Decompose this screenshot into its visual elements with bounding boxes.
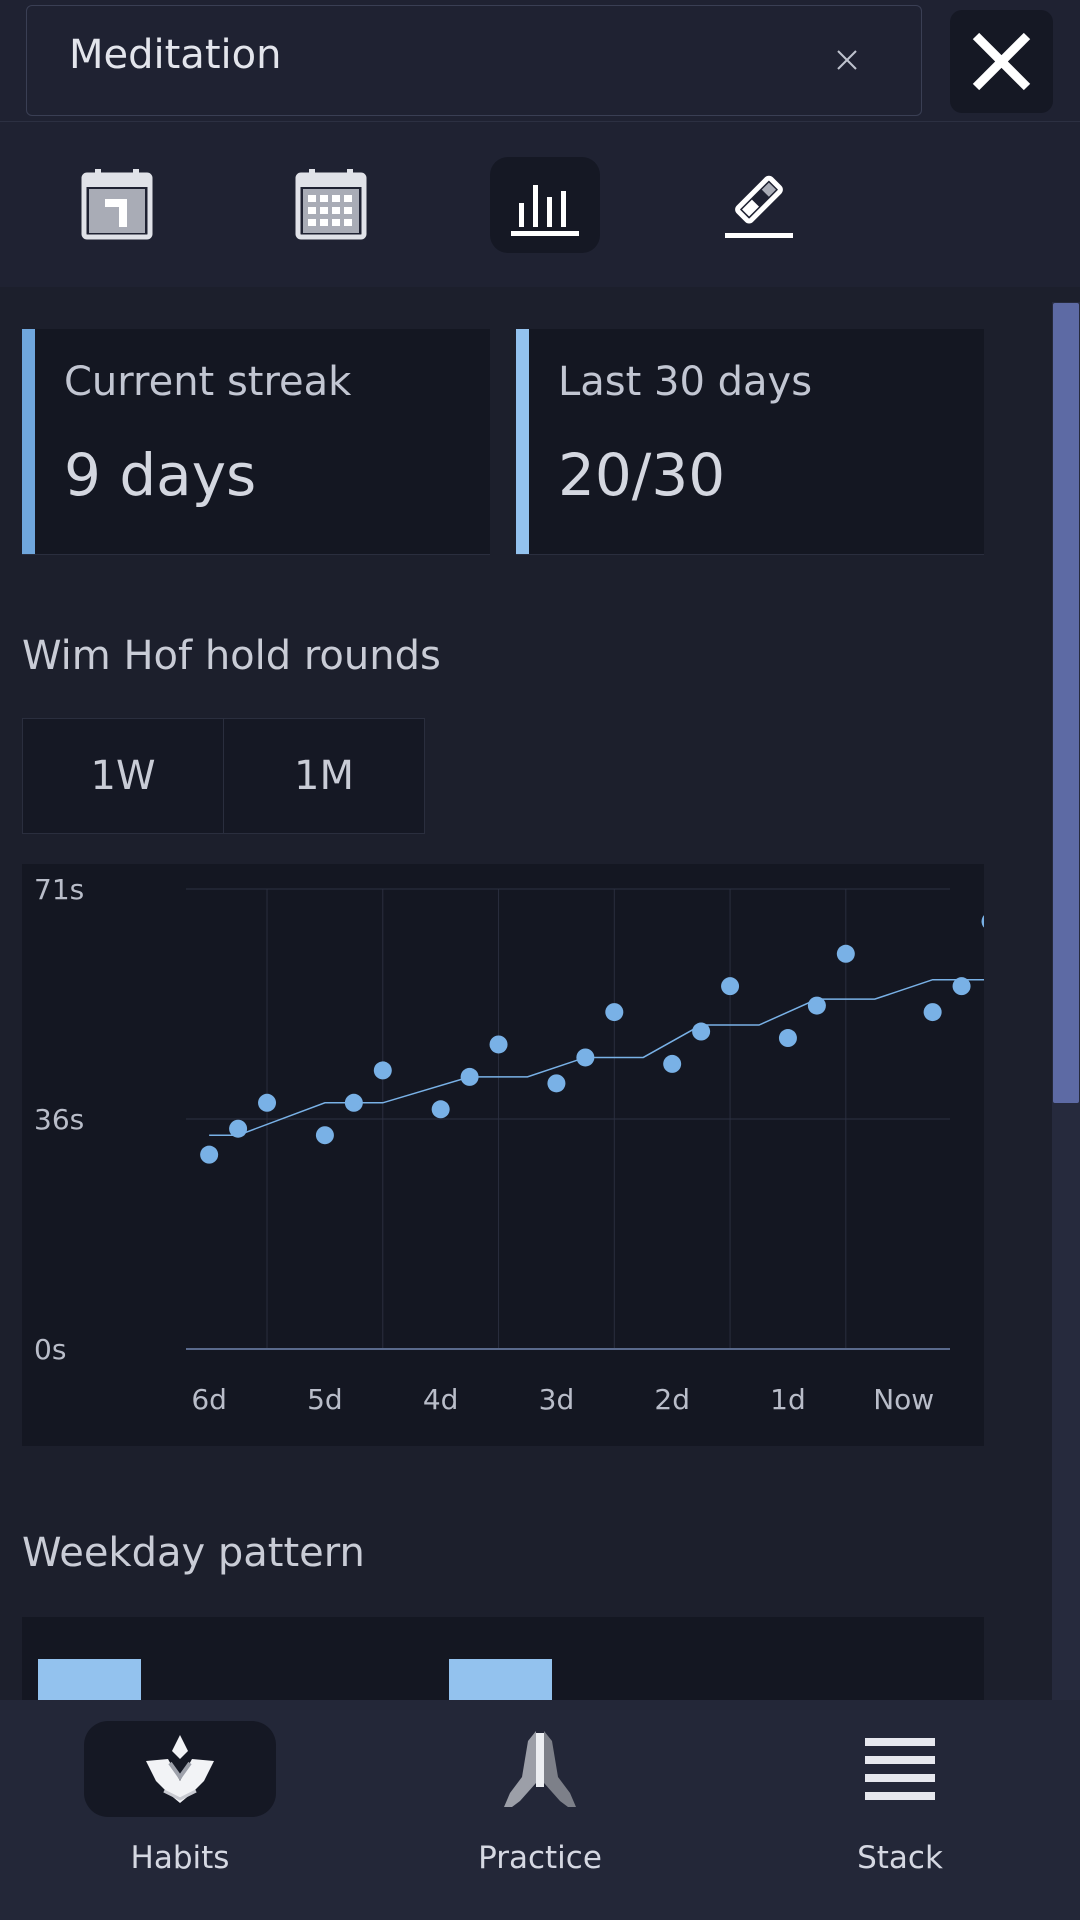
day-calendar-icon — [81, 169, 153, 240]
data-point — [315, 1126, 334, 1145]
data-point — [460, 1067, 479, 1086]
hold-rounds-chart: 0s 36s 71s 6d 5d 4d 3d 2d 1d Now — [22, 864, 984, 1446]
nav-habits-label: Habits — [130, 1840, 230, 1876]
bottom-navigation: Habits Practice Stack — [0, 1700, 1080, 1920]
data-point — [576, 1048, 595, 1067]
x-tick-label: 3d — [539, 1383, 575, 1416]
edit-pencil-icon — [725, 175, 793, 238]
habit-name-field[interactable]: Meditation — [26, 5, 922, 116]
data-point — [489, 1035, 508, 1054]
range-1w-button[interactable]: 1W — [22, 718, 224, 834]
data-point — [952, 977, 971, 996]
menu-lines-icon — [865, 1738, 935, 1800]
lotus-icon — [146, 1735, 214, 1803]
last30-label: Last 30 days — [558, 359, 813, 405]
nav-stack-icon-wrap — [804, 1721, 996, 1817]
y-tick-label: 0s — [34, 1333, 66, 1366]
current-streak-card: Current streak 9 days — [22, 329, 490, 555]
data-point — [605, 1003, 624, 1022]
x-tick-label: 1d — [770, 1383, 806, 1416]
data-point — [547, 1074, 566, 1093]
last30-accent-bar — [516, 329, 529, 554]
data-point — [200, 1145, 219, 1164]
last30-value: 20/30 — [558, 441, 726, 509]
data-point — [778, 1029, 797, 1048]
header-bar: Meditation — [0, 0, 1080, 122]
chart-section-title: Wim Hof hold rounds — [22, 633, 441, 679]
nav-practice-label: Practice — [478, 1840, 602, 1876]
nav-practice[interactable]: Practice — [360, 1700, 720, 1920]
month-calendar-icon — [295, 169, 367, 240]
scrollbar-thumb[interactable] — [1053, 303, 1079, 1103]
streak-value: 9 days — [64, 441, 257, 509]
nav-habits-icon-wrap — [84, 1721, 276, 1817]
range-1m-button[interactable]: 1M — [223, 718, 425, 834]
data-point — [344, 1093, 363, 1112]
data-point — [229, 1119, 248, 1138]
streak-label: Current streak — [64, 359, 352, 405]
close-x-icon — [972, 32, 1031, 91]
x-tick-label: 4d — [423, 1383, 459, 1416]
data-point — [836, 944, 855, 963]
tab-stats-view[interactable] — [490, 157, 600, 253]
nav-habits[interactable]: Habits — [0, 1700, 360, 1920]
last-30-days-card: Last 30 days 20/30 — [516, 329, 984, 555]
streak-accent-bar — [22, 329, 35, 554]
nav-practice-icon-wrap — [444, 1721, 636, 1817]
praying-hands-icon — [504, 1731, 576, 1807]
nav-stack-label: Stack — [857, 1840, 943, 1876]
tab-day-view[interactable] — [62, 157, 172, 253]
data-point — [692, 1022, 711, 1041]
x-tick-label: 5d — [307, 1383, 343, 1416]
data-point — [807, 996, 826, 1015]
view-tabs — [0, 122, 1080, 287]
habit-name-text[interactable]: Meditation — [69, 32, 281, 78]
data-point — [663, 1054, 682, 1073]
x-tick-label: 6d — [191, 1383, 227, 1416]
data-point — [923, 1003, 942, 1022]
x-tick-label: Now — [873, 1383, 934, 1416]
trend-line — [209, 978, 984, 1136]
chart-svg: 0s 36s 71s 6d 5d 4d 3d 2d 1d Now — [34, 873, 984, 1416]
y-tick-label: 71s — [34, 873, 84, 906]
stats-chart-icon — [511, 185, 579, 236]
nav-stack[interactable]: Stack — [720, 1700, 1080, 1920]
y-tick-label: 36s — [34, 1103, 84, 1136]
x-tick-label: 2d — [654, 1383, 690, 1416]
data-point — [373, 1061, 392, 1080]
data-point — [981, 915, 984, 928]
tab-edit-view[interactable] — [704, 157, 814, 253]
data-point — [431, 1100, 450, 1119]
close-button[interactable] — [950, 10, 1053, 113]
clear-x-icon[interactable] — [827, 40, 867, 80]
data-point — [721, 977, 740, 996]
weekday-section-title: Weekday pattern — [22, 1530, 365, 1576]
tab-month-view[interactable] — [276, 157, 386, 253]
data-point — [258, 1093, 277, 1112]
